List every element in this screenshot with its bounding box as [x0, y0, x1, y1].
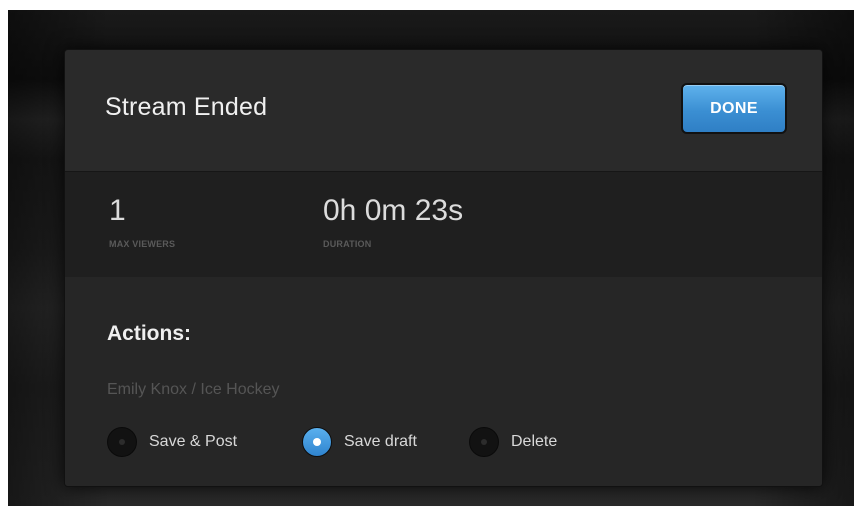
max-viewers-label: MAX VIEWERS [109, 239, 176, 249]
radio-unchecked-icon[interactable] [107, 427, 137, 457]
delete-option[interactable]: Delete [469, 424, 557, 460]
breadcrumb-user: Emily Knox [107, 381, 188, 398]
duration-label: DURATION [323, 239, 372, 249]
max-viewers-value: 1 [109, 194, 126, 227]
breadcrumb-separator: / [187, 381, 201, 398]
save-draft-option[interactable]: Save draft [302, 424, 417, 460]
dialog-header: Stream Ended DONE [65, 50, 822, 172]
actions-section: Actions: Emily Knox / Ice Hockey Save & … [65, 277, 822, 486]
breadcrumb-category: Ice Hockey [200, 381, 280, 398]
radio-checked-icon[interactable] [302, 427, 332, 457]
breadcrumb: Emily Knox / Ice Hockey [107, 381, 280, 399]
screen: Stream Ended DONE 1 MAX VIEWERS 0h 0m 23… [0, 0, 854, 516]
stream-ended-dialog: Stream Ended DONE 1 MAX VIEWERS 0h 0m 23… [64, 49, 823, 487]
save-and-post-option[interactable]: Save & Post [107, 424, 237, 460]
done-button[interactable]: DONE [681, 83, 787, 134]
duration-value: 0h 0m 23s [323, 194, 464, 227]
radio-unchecked-icon[interactable] [469, 427, 499, 457]
save-draft-label: Save draft [344, 433, 417, 450]
duration-stat: 0h 0m 23s DURATION [323, 194, 464, 250]
dialog-title: Stream Ended [105, 93, 268, 121]
delete-label: Delete [511, 433, 558, 450]
max-viewers-stat: 1 MAX VIEWERS [109, 194, 176, 250]
actions-heading: Actions: [107, 322, 191, 345]
stream-stats: 1 MAX VIEWERS 0h 0m 23s DURATION [65, 172, 822, 277]
save-and-post-label: Save & Post [149, 433, 238, 450]
